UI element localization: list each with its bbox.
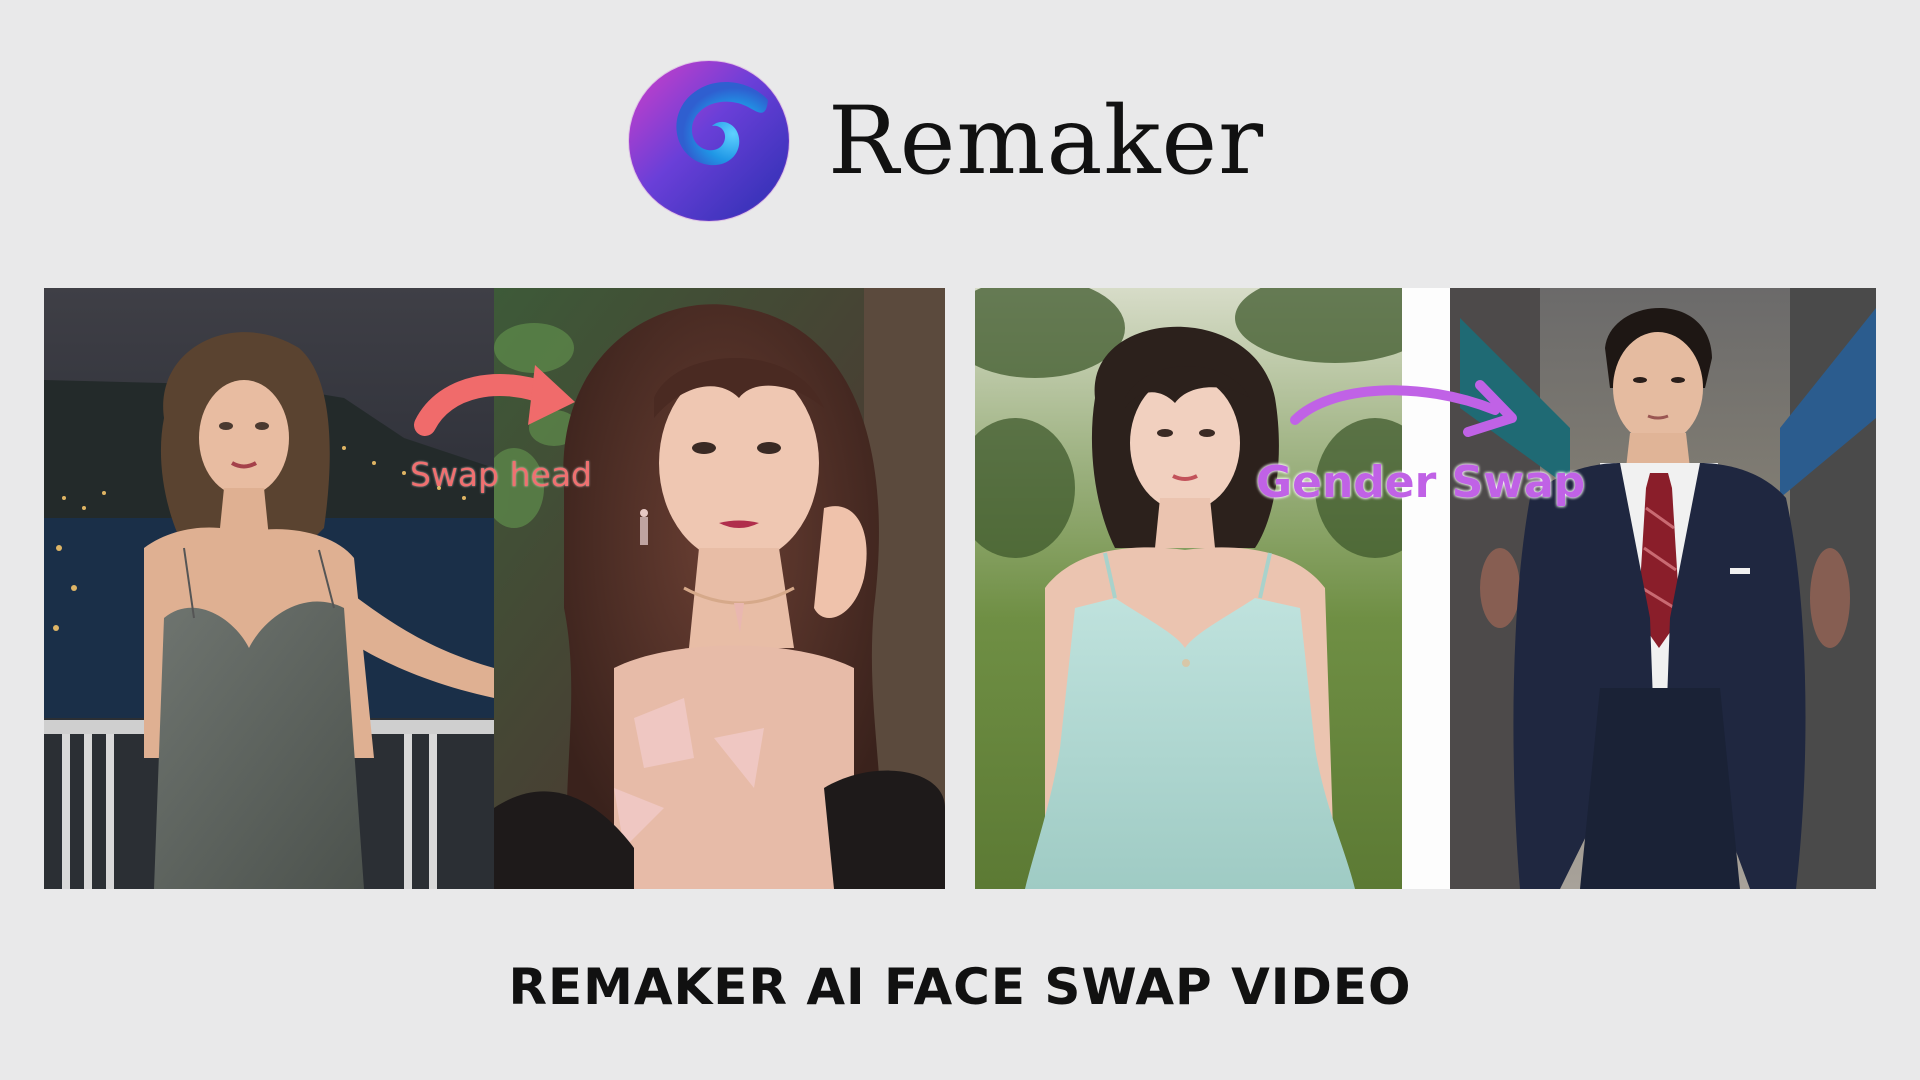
white-divider (1402, 288, 1450, 889)
gender-swap-label: Gender Swap (1256, 457, 1586, 508)
photo-original-woman-balcony (44, 288, 494, 889)
photo-swapped-woman-curly-hair (494, 288, 945, 889)
swirl-logo-icon (628, 60, 790, 222)
photo-swapped-man-suit (1450, 288, 1876, 889)
brand-wordmark: Remaker (828, 86, 1265, 196)
photo-original-woman-park (975, 288, 1402, 889)
brand-header: Remaker (628, 60, 1264, 222)
page-caption: REMAKER AI FACE SWAP VIDEO (508, 958, 1412, 1016)
swap-head-label: Swap head (410, 455, 592, 494)
